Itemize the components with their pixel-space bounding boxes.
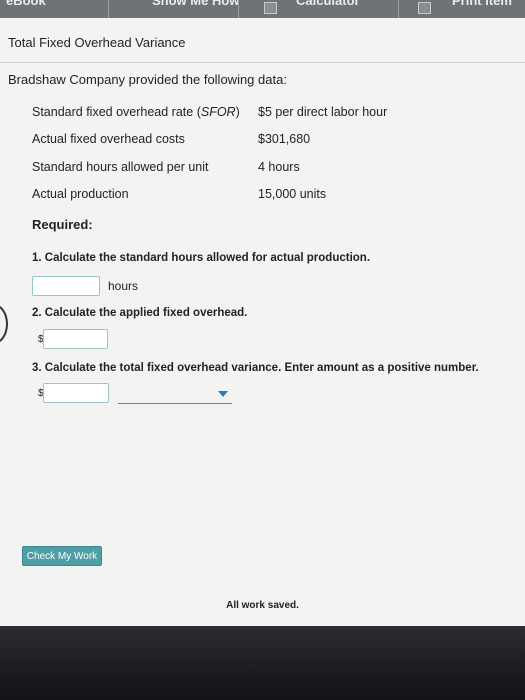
required-heading: Required: bbox=[32, 217, 93, 232]
data-label-actual-production: Actual production bbox=[32, 187, 129, 201]
screen-bezel bbox=[0, 626, 525, 700]
show-me-how-button[interactable]: Show Me How bbox=[152, 0, 239, 9]
check-my-work-button[interactable]: Check My Work bbox=[22, 546, 102, 566]
toolbar-divider bbox=[238, 0, 239, 18]
calculator-icon bbox=[264, 2, 277, 14]
toolbar-divider bbox=[398, 0, 399, 18]
question-3-text: 3. Calculate the total fixed overhead va… bbox=[32, 362, 479, 374]
data-value-actual-production: 15,000 units bbox=[258, 187, 327, 201]
question-2-text: 2. Calculate the applied fixed overhead. bbox=[32, 307, 248, 319]
question-1-text: 1. Calculate the standard hours allowed … bbox=[32, 252, 371, 264]
data-label-standard-hours: Standard hours allowed per unit bbox=[32, 160, 209, 174]
total-variance-input[interactable] bbox=[43, 383, 109, 403]
print-icon bbox=[418, 2, 431, 14]
standard-hours-input[interactable] bbox=[32, 276, 100, 296]
data-value-sfor: $5 per direct labor hour bbox=[258, 105, 388, 119]
variance-type-dropdown[interactable] bbox=[118, 386, 232, 404]
title-divider bbox=[0, 62, 525, 63]
chevron-down-icon bbox=[218, 391, 228, 397]
data-label-sfor: Standard fixed overhead rate (SFOR) bbox=[32, 105, 240, 119]
ebook-button[interactable]: eBook bbox=[6, 0, 46, 9]
problem-page: Total Fixed Overhead Variance Bradshaw C… bbox=[0, 18, 525, 626]
hours-unit-label: hours bbox=[108, 279, 139, 293]
applied-overhead-input[interactable] bbox=[43, 329, 108, 349]
data-label-actual-costs: Actual fixed overhead costs bbox=[32, 132, 185, 146]
save-status: All work saved. bbox=[226, 600, 299, 611]
data-value-standard-hours: 4 hours bbox=[258, 160, 300, 174]
calculator-button[interactable]: Calculator bbox=[296, 0, 360, 9]
edge-ring-decoration bbox=[0, 304, 8, 344]
data-value-actual-costs: $301,680 bbox=[258, 132, 311, 146]
intro-text: Bradshaw Company provided the following … bbox=[8, 72, 287, 87]
toolbar-divider bbox=[108, 0, 109, 18]
top-toolbar: eBook Show Me How Calculator Print Item bbox=[0, 0, 525, 18]
print-item-button[interactable]: Print Item bbox=[452, 0, 512, 9]
page-title: Total Fixed Overhead Variance bbox=[8, 35, 186, 50]
